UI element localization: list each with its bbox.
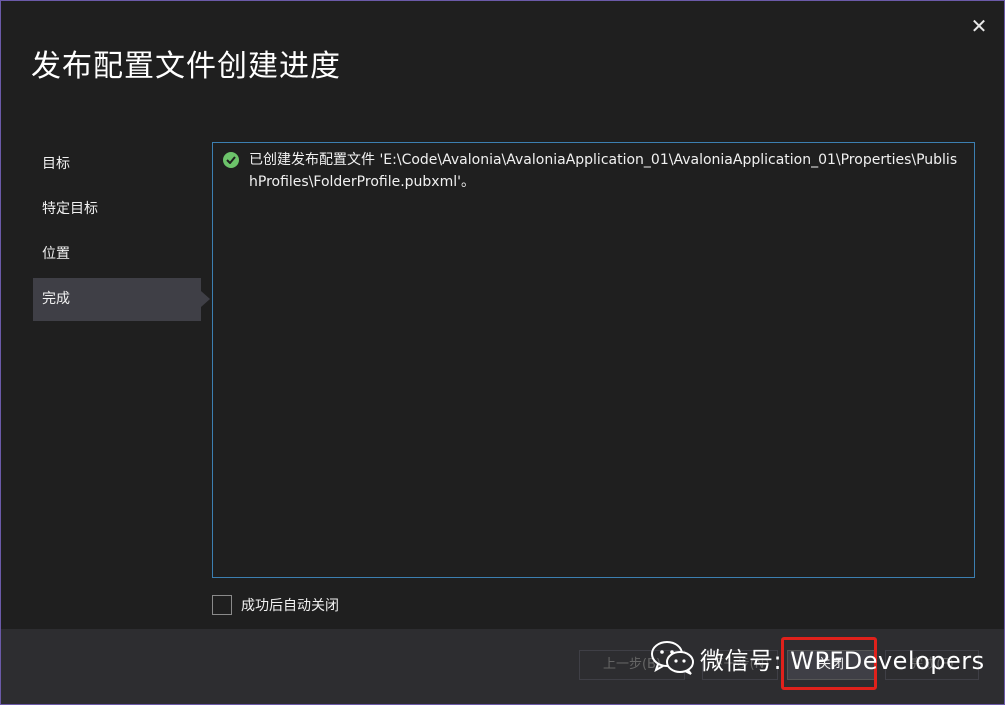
auto-close-checkbox[interactable] <box>212 595 232 615</box>
wizard-nav: 目标 特定目标 位置 完成 <box>33 143 210 323</box>
close-icon[interactable]: ✕ <box>968 15 990 37</box>
wechat-icon <box>650 640 696 676</box>
nav-item-specific-target[interactable]: 特定目标 <box>33 188 201 231</box>
active-indicator-arrow-icon <box>201 291 210 307</box>
log-message: 已创建发布配置文件 'E:\Code\Avalonia\AvaloniaAppl… <box>249 152 958 190</box>
log-entry: 已创建发布配置文件 'E:\Code\Avalonia\AvaloniaAppl… <box>223 149 962 193</box>
watermark-text: 微信号: WPFDevelopers <box>700 646 985 675</box>
nav-item-label: 位置 <box>42 246 70 262</box>
nav-item-target[interactable]: 目标 <box>33 143 201 186</box>
nav-item-finish[interactable]: 完成 <box>33 278 210 321</box>
nav-item-location[interactable]: 位置 <box>33 233 201 276</box>
progress-log-panel[interactable]: 已创建发布配置文件 'E:\Code\Avalonia\AvaloniaAppl… <box>212 142 975 578</box>
auto-close-option: 成功后自动关闭 <box>212 595 339 615</box>
nav-item-label: 完成 <box>42 291 70 307</box>
wechat-watermark: 微信号: WPFDevelopers <box>650 640 985 676</box>
auto-close-label: 成功后自动关闭 <box>241 598 339 614</box>
publish-progress-dialog: ✕ 发布配置文件创建进度 目标 特定目标 位置 完成 已创建发布配置文件 'E:… <box>0 0 1005 705</box>
nav-item-label: 目标 <box>42 156 70 172</box>
check-circle-icon <box>223 152 239 168</box>
nav-item-label: 特定目标 <box>42 201 98 217</box>
dialog-title: 发布配置文件创建进度 <box>31 49 341 84</box>
